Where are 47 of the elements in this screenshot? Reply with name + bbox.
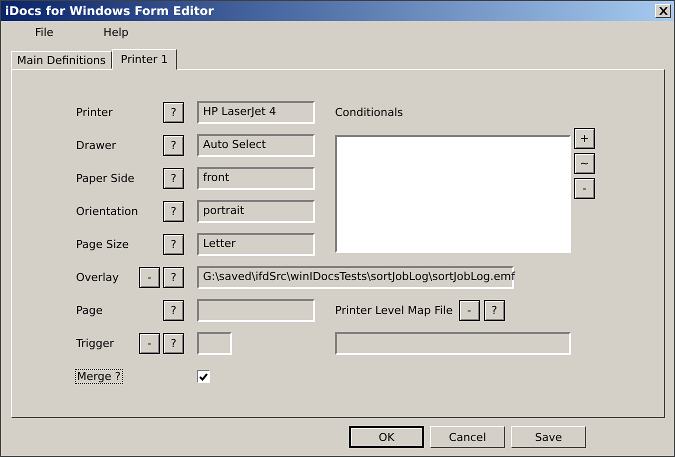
small-button[interactable]: + [574,128,595,149]
text-field[interactable]: front [197,167,315,190]
text-field[interactable]: HP LaserJet 4 [197,101,315,124]
small-button[interactable]: - [458,300,480,321]
text-field[interactable]: Letter [197,233,315,256]
menu-item[interactable]: File [33,26,56,38]
close-button[interactable] [655,4,671,18]
small-button[interactable]: ? [163,234,184,255]
field-label: Orientation [76,205,139,218]
text-field[interactable] [197,332,232,355]
small-button[interactable]: ? [163,201,184,222]
field-label: Page [76,304,104,317]
field-label: Paper Side [76,172,136,185]
window-title: iDocs for Windows Form Editor [5,4,214,18]
dialog-button[interactable]: Cancel [430,426,505,448]
map-file-label: Printer Level Map File [335,304,453,317]
small-button[interactable]: - [574,178,595,199]
small-button[interactable]: ? [163,267,184,288]
dialog-button[interactable]: Save [511,426,586,448]
small-button[interactable]: - [139,267,160,288]
tab[interactable]: Main Definitions [11,51,112,69]
dialog-button[interactable]: OK [349,426,424,448]
field-label: Page Size [76,238,130,251]
field-label: Drawer [76,139,118,152]
text-field[interactable] [335,332,571,355]
menu-item[interactable]: Help [101,26,130,38]
merge-label: Merge ? [75,369,123,384]
field-label: Printer [76,106,114,119]
conditionals-list[interactable] [335,135,571,253]
field-label: Trigger [76,337,115,350]
text-field[interactable]: G:\saved\ifdSrc\winIDocsTests\sortJobLog\sortJobLog.emf [197,266,514,289]
conditionals-label: Conditionals [335,106,404,119]
small-button[interactable]: ? [484,300,505,321]
small-button[interactable]: ? [163,333,184,354]
small-button[interactable]: ? [163,168,184,189]
small-button[interactable]: - [139,333,160,354]
text-field[interactable]: portrait [197,200,315,223]
close-icon [658,7,668,15]
text-field[interactable]: Auto Select [197,134,315,157]
field-label: Overlay [76,271,120,284]
small-button[interactable]: ? [163,102,184,123]
text-field[interactable] [197,299,315,322]
small-button[interactable]: ? [163,300,184,321]
tab[interactable]: Printer 1 [112,49,177,70]
small-button[interactable]: ? [163,135,184,156]
merge-checkbox[interactable] [197,370,210,383]
small-button[interactable]: ~ [574,153,595,174]
